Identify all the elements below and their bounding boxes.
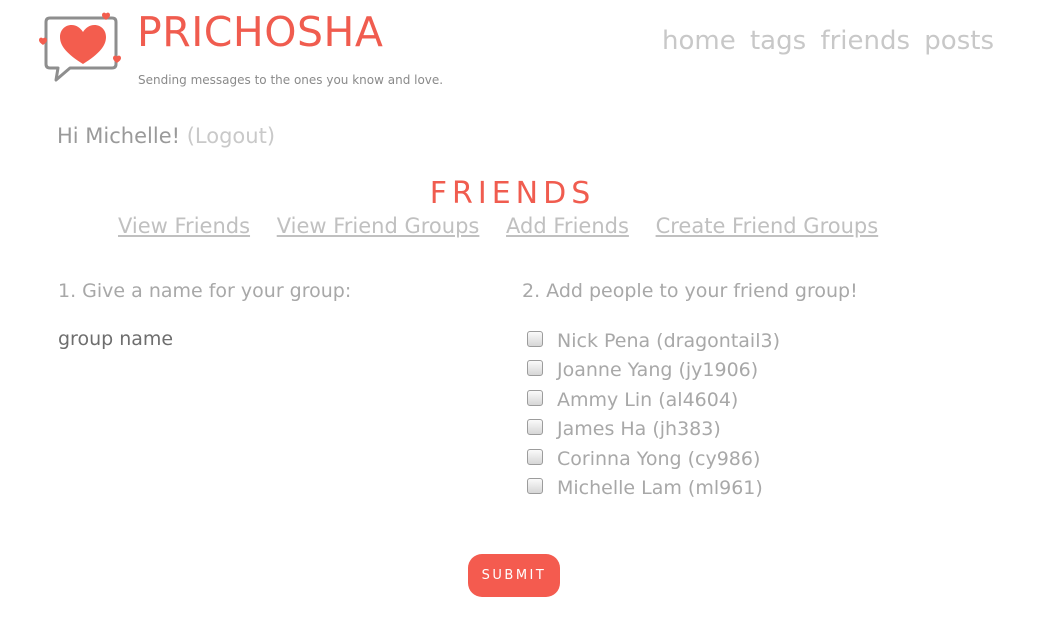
nav-posts-link[interactable]: posts (924, 26, 994, 56)
friend-option[interactable]: Michelle Lam (ml961) (527, 474, 780, 504)
friend-checkbox[interactable] (527, 419, 543, 436)
brand-title: PRICHOSHA (137, 8, 384, 56)
submit-button[interactable]: SUBMIT (468, 554, 560, 597)
friend-checkbox[interactable] (527, 360, 543, 377)
friend-checkbox[interactable] (527, 448, 543, 465)
top-nav: home tags friends posts (662, 24, 1000, 58)
create-friend-groups-link[interactable]: Create Friend Groups (656, 214, 879, 238)
step2-label: 2. Add people to your friend group! (522, 280, 858, 302)
greeting: Hi Michelle! (Logout) (57, 122, 275, 150)
friend-label: Michelle Lam (ml961) (557, 477, 763, 500)
friend-label: James Ha (jh383) (557, 418, 721, 441)
friends-checklist: Nick Pena (dragontail3) Joanne Yang (jy1… (527, 326, 780, 503)
greeting-text: Hi Michelle! (57, 124, 181, 148)
step1-label: 1. Give a name for your group: (58, 280, 352, 302)
friend-option[interactable]: Joanne Yang (jy1906) (527, 356, 780, 386)
nav-friends-link[interactable]: friends (820, 26, 910, 56)
section-title: FRIENDS (429, 176, 596, 211)
friend-label: Corinna Yong (cy986) (557, 447, 761, 470)
friend-checkbox[interactable] (527, 330, 543, 347)
friend-option[interactable]: James Ha (jh383) (527, 415, 780, 445)
tagline: Sending messages to the ones you know an… (138, 73, 444, 87)
logout-link[interactable]: (Logout) (187, 124, 275, 148)
view-friends-link[interactable]: View Friends (118, 214, 250, 238)
add-friends-link[interactable]: Add Friends (506, 214, 629, 238)
friend-checkbox[interactable] (527, 389, 543, 406)
friend-option[interactable]: Ammy Lin (al4604) (527, 385, 780, 415)
nav-home-link[interactable]: home (662, 26, 736, 56)
friend-label: Joanne Yang (jy1906) (557, 359, 759, 382)
friend-checkbox[interactable] (527, 478, 543, 495)
heart-speech-bubble-icon (39, 12, 121, 82)
friend-option[interactable]: Corinna Yong (cy986) (527, 444, 780, 474)
group-name-input[interactable] (58, 324, 378, 354)
friend-option[interactable]: Nick Pena (dragontail3) (527, 326, 780, 356)
nav-tags-link[interactable]: tags (750, 26, 806, 56)
view-friend-groups-link[interactable]: View Friend Groups (277, 214, 480, 238)
friend-label: Nick Pena (dragontail3) (557, 329, 780, 352)
friend-label: Ammy Lin (al4604) (557, 388, 739, 411)
friends-subnav: View Friends View Friend Groups Add Frie… (118, 212, 898, 240)
